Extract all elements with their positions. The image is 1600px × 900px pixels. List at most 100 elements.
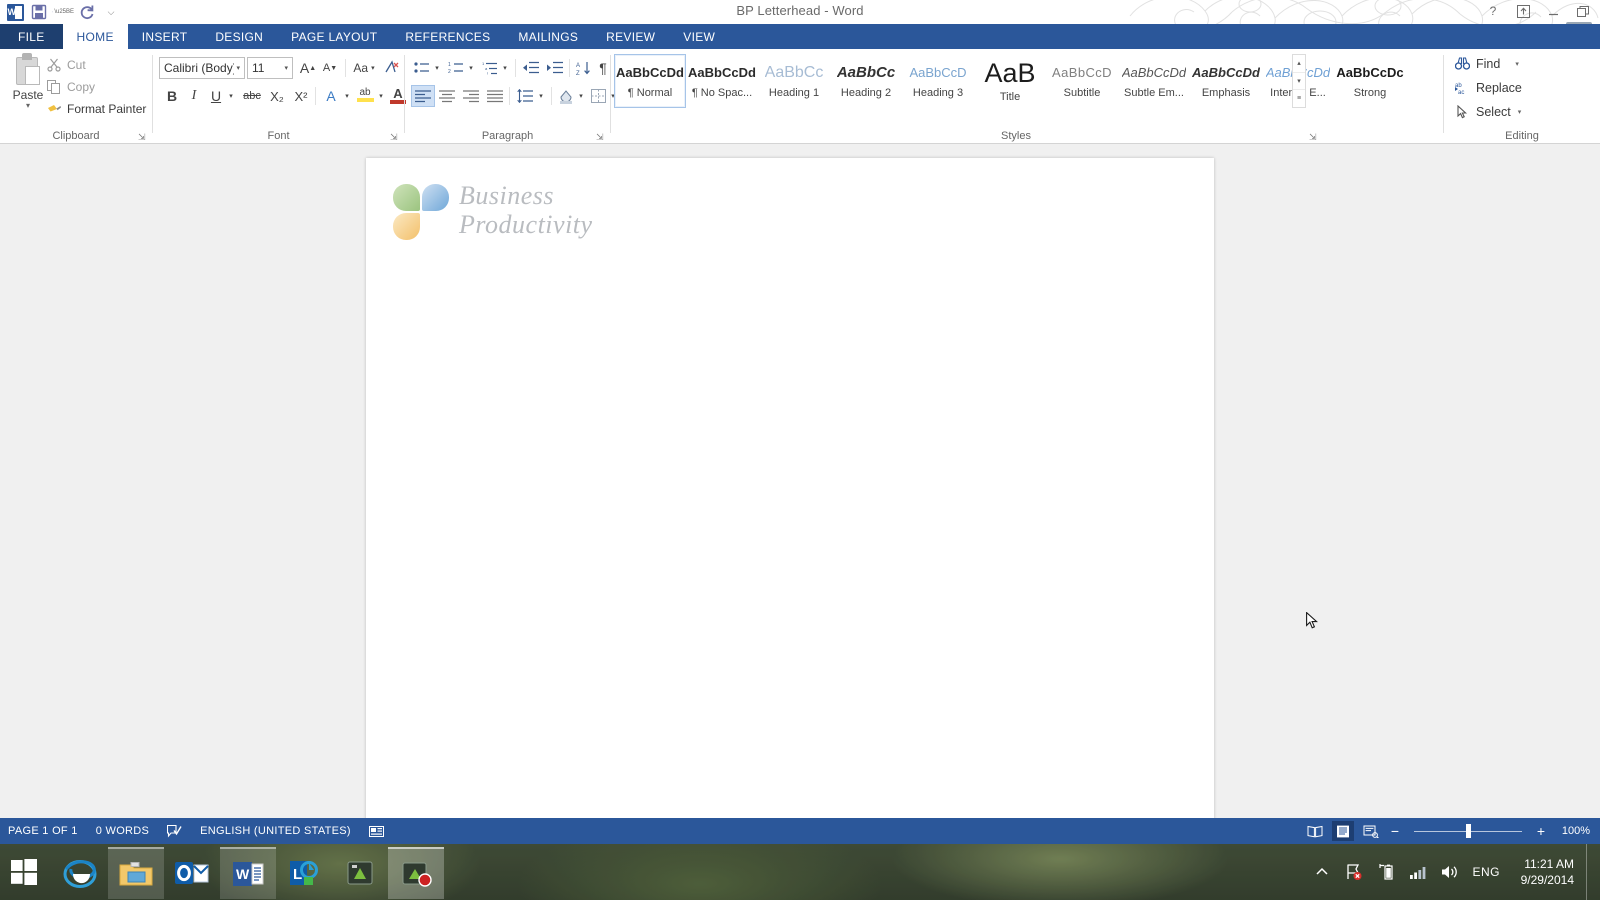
clock[interactable]: 11:21 AM 9/29/2014 bbox=[1512, 856, 1574, 888]
grow-font-button[interactable]: A▲ bbox=[297, 57, 319, 79]
clipboard-dialog-launcher[interactable]: ⇲ bbox=[138, 132, 148, 142]
show-desktop-button[interactable] bbox=[1586, 844, 1594, 900]
language-indicator[interactable]: ENGLISH (UNITED STATES) bbox=[200, 825, 351, 837]
bold-button[interactable]: B bbox=[161, 85, 183, 107]
font-dialog-launcher[interactable]: ⇲ bbox=[390, 132, 400, 142]
network-signal-icon[interactable] bbox=[1408, 862, 1428, 882]
shading-button[interactable] bbox=[555, 85, 577, 107]
select-button[interactable]: Select ▾ bbox=[1454, 103, 1521, 120]
cut-button[interactable]: Cut bbox=[46, 57, 86, 73]
taskbar-item-screen-recorder[interactable] bbox=[388, 847, 444, 899]
tab-insert[interactable]: INSERT bbox=[128, 24, 202, 49]
multilevel-options[interactable]: ▾ bbox=[499, 57, 511, 79]
replace-button[interactable]: abac Replace bbox=[1454, 79, 1522, 96]
styles-dialog-launcher[interactable]: ⇲ bbox=[1309, 132, 1319, 142]
bullets-button[interactable] bbox=[411, 57, 433, 79]
save-icon[interactable] bbox=[28, 2, 50, 22]
web-layout-button[interactable] bbox=[1360, 821, 1382, 841]
zoom-in-button[interactable]: + bbox=[1534, 823, 1548, 839]
font-size-box[interactable]: 11 ▾ bbox=[247, 57, 293, 79]
styles-more-button[interactable]: ≡ bbox=[1293, 90, 1305, 107]
paragraph-dialog-launcher[interactable]: ⇲ bbox=[596, 132, 606, 142]
print-layout-button[interactable] bbox=[1332, 821, 1354, 841]
tab-mailings[interactable]: MAILINGS bbox=[504, 24, 592, 49]
select-caret[interactable]: ▾ bbox=[1518, 108, 1522, 116]
document-page[interactable]: Business Productivity bbox=[366, 158, 1214, 830]
tab-file[interactable]: FILE bbox=[0, 24, 63, 49]
styles-scroll-up-button[interactable]: ▴ bbox=[1293, 55, 1305, 73]
italic-button[interactable]: I bbox=[183, 85, 205, 107]
numbering-button[interactable]: 12 bbox=[445, 57, 467, 79]
shrink-font-button[interactable]: A▼ bbox=[319, 57, 341, 79]
input-language-indicator[interactable]: ENG bbox=[1472, 865, 1500, 879]
style-item-subtle-emphasis[interactable]: AaBbCcDd Subtle Em... bbox=[1118, 54, 1190, 108]
align-center-button[interactable] bbox=[435, 85, 459, 107]
tab-page-layout[interactable]: PAGE LAYOUT bbox=[277, 24, 391, 49]
word-count[interactable]: 0 WORDS bbox=[96, 825, 149, 837]
borders-button[interactable] bbox=[587, 85, 609, 107]
minimize-icon[interactable] bbox=[1544, 2, 1562, 20]
underline-button[interactable]: U bbox=[205, 85, 227, 107]
avatar[interactable] bbox=[1566, 22, 1592, 24]
font-name-box[interactable]: Calibri (Body) ▾ bbox=[159, 57, 245, 79]
line-spacing-options[interactable]: ▾ bbox=[535, 85, 547, 107]
taskbar-item-internet-explorer[interactable] bbox=[52, 847, 108, 899]
style-item-emphasis[interactable]: AaBbCcDd Emphasis bbox=[1190, 54, 1262, 108]
style-item-normal[interactable]: AaBbCcDd ¶ Normal bbox=[614, 54, 686, 108]
justify-button[interactable] bbox=[483, 85, 507, 107]
copy-button[interactable]: Copy bbox=[46, 79, 95, 95]
style-item-heading-1[interactable]: AaBbCc Heading 1 bbox=[758, 54, 830, 108]
battery-icon[interactable] bbox=[1376, 862, 1396, 882]
proofing-errors-button[interactable] bbox=[167, 825, 182, 838]
ribbon-display-options-icon[interactable] bbox=[1514, 2, 1532, 20]
sort-button[interactable]: AZ bbox=[573, 57, 595, 79]
increase-indent-button[interactable] bbox=[543, 57, 567, 79]
style-item-subtitle[interactable]: AaBbCcD Subtitle bbox=[1046, 54, 1118, 108]
macro-recording-button[interactable] bbox=[369, 825, 384, 838]
style-item-heading-2[interactable]: AaBbCc Heading 2 bbox=[830, 54, 902, 108]
tab-review[interactable]: REVIEW bbox=[592, 24, 669, 49]
tab-design[interactable]: DESIGN bbox=[201, 24, 277, 49]
customize-qat-icon[interactable]: ⌵ bbox=[100, 2, 122, 22]
find-caret[interactable]: ▾ bbox=[1515, 60, 1519, 68]
text-effects-button[interactable]: A bbox=[319, 85, 343, 107]
style-item-strong[interactable]: AaBbCcDc Strong bbox=[1334, 54, 1406, 108]
tab-references[interactable]: REFERENCES bbox=[391, 24, 504, 49]
text-effects-options[interactable]: ▾ bbox=[341, 85, 353, 107]
taskbar-item-snagit-editor[interactable] bbox=[332, 847, 388, 899]
styles-scroll-down-button[interactable]: ▾ bbox=[1293, 73, 1305, 91]
chevron-down-icon[interactable]: ▾ bbox=[236, 64, 240, 72]
restore-icon[interactable] bbox=[1574, 2, 1592, 20]
numbering-options[interactable]: ▾ bbox=[465, 57, 477, 79]
highlight-options[interactable]: ▾ bbox=[375, 85, 387, 107]
decrease-indent-button[interactable] bbox=[519, 57, 543, 79]
find-button[interactable]: Find ▾ bbox=[1454, 55, 1519, 72]
zoom-thumb[interactable] bbox=[1466, 824, 1471, 838]
volume-icon[interactable] bbox=[1440, 862, 1460, 882]
format-painter-button[interactable]: Format Painter bbox=[46, 101, 146, 117]
style-item-heading-3[interactable]: AaBbCcD Heading 3 bbox=[902, 54, 974, 108]
read-mode-button[interactable] bbox=[1304, 821, 1326, 841]
bullets-options[interactable]: ▾ bbox=[431, 57, 443, 79]
shading-options[interactable]: ▾ bbox=[575, 85, 587, 107]
style-item-no-spacing[interactable]: AaBbCcDd ¶ No Spac... bbox=[686, 54, 758, 108]
superscript-button[interactable]: X² bbox=[289, 85, 313, 107]
taskbar-item-lync[interactable]: L bbox=[276, 847, 332, 899]
tab-view[interactable]: VIEW bbox=[669, 24, 729, 49]
flag-alert-icon[interactable] bbox=[1344, 862, 1364, 882]
zoom-out-button[interactable]: − bbox=[1388, 823, 1402, 839]
underline-options-button[interactable]: ▾ bbox=[225, 85, 237, 107]
multilevel-list-button[interactable]: 1ai bbox=[479, 57, 501, 79]
clear-formatting-button[interactable] bbox=[381, 57, 403, 79]
tab-home[interactable]: HOME bbox=[63, 24, 128, 49]
help-icon[interactable]: ? bbox=[1484, 2, 1502, 20]
paste-button[interactable]: Paste ▾ bbox=[6, 53, 50, 110]
zoom-level[interactable]: 100% bbox=[1554, 825, 1590, 837]
align-left-button[interactable] bbox=[411, 85, 435, 107]
redo-icon[interactable] bbox=[76, 2, 98, 22]
taskbar-item-file-explorer[interactable] bbox=[108, 847, 164, 899]
start-button[interactable] bbox=[0, 844, 48, 900]
show-hidden-icons-button[interactable] bbox=[1312, 862, 1332, 882]
strikethrough-button[interactable]: abc bbox=[239, 85, 265, 107]
taskbar-item-word[interactable]: W bbox=[220, 847, 276, 899]
